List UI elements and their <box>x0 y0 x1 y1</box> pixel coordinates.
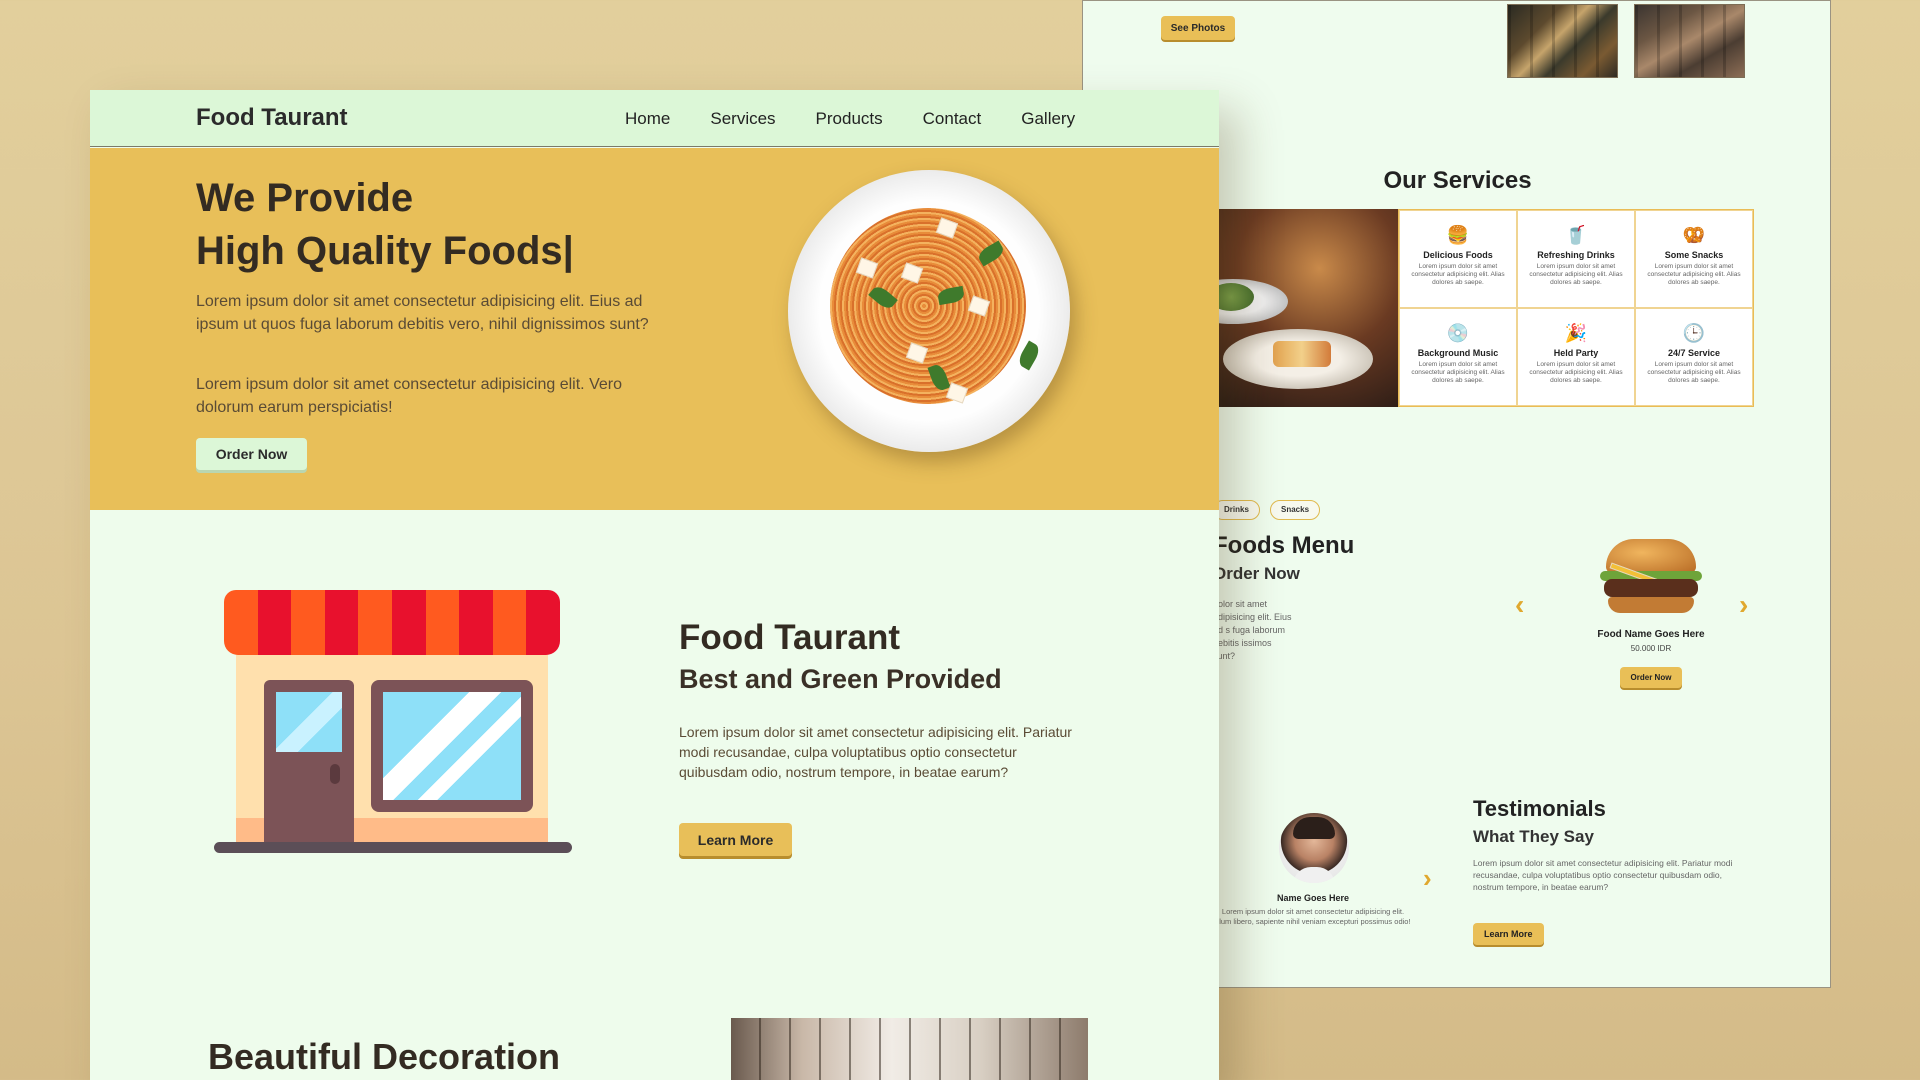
service-desc: Lorem ipsum dolor sit amet consectetur a… <box>1411 361 1505 384</box>
service-desc: Lorem ipsum dolor sit amet consectetur a… <box>1411 263 1505 286</box>
service-card: 🕒 24/7 Service Lorem ipsum dolor sit ame… <box>1635 308 1753 406</box>
hero-paragraph: Lorem ipsum dolor sit amet consectetur a… <box>196 376 622 416</box>
about-subtitle: Best and Green Provided <box>679 664 1002 694</box>
about-title: Food Taurant <box>679 618 900 657</box>
testimonial-name: Name Goes Here <box>1276 893 1350 903</box>
service-card: 🥨 Some Snacks Lorem ipsum dolor sit amet… <box>1635 210 1753 308</box>
chevron-right-icon[interactable]: › <box>1739 589 1748 621</box>
food-order-button[interactable]: Order Now <box>1619 667 1683 688</box>
about-description: Lorem ipsum dolor sit amet consectetur a… <box>679 724 1072 780</box>
testimonials-description: Lorem ipsum dolor sit amet consectetur a… <box>1473 858 1733 892</box>
storefront-illustration <box>214 590 574 880</box>
service-card: 🍔 Delicious Foods Lorem ipsum dolor sit … <box>1399 210 1517 308</box>
burger-icon: 🍔 <box>1446 225 1470 245</box>
gallery-thumbnail[interactable] <box>1507 4 1618 78</box>
hero-paragraph: Lorem ipsum dolor sit amet consectetur a… <box>196 293 649 333</box>
snack-icon: 🥨 <box>1682 225 1706 245</box>
service-name: Delicious Foods <box>1423 250 1493 260</box>
nav-link-contact[interactable]: Contact <box>923 109 982 129</box>
menu-filter-chip-snacks[interactable]: Snacks <box>1270 500 1321 520</box>
service-name: Some Snacks <box>1664 250 1724 260</box>
menu-filter-chip-drinks[interactable]: Drinks <box>1213 500 1260 520</box>
see-photos-button[interactable]: See Photos <box>1161 16 1235 40</box>
vinyl-icon: 💿 <box>1446 323 1470 343</box>
nav-links: Home Services Products Contact Gallery <box>625 109 1115 129</box>
service-card: 🥤 Refreshing Drinks Lorem ipsum dolor si… <box>1517 210 1635 308</box>
service-desc: Lorem ipsum dolor sit amet consectetur a… <box>1529 263 1623 286</box>
learn-more-button[interactable]: Learn More <box>679 823 792 856</box>
nav-link-gallery[interactable]: Gallery <box>1021 109 1075 129</box>
clock-24-icon: 🕒 <box>1682 323 1706 343</box>
service-card: 💿 Background Music Lorem ipsum dolor sit… <box>1399 308 1517 406</box>
front-page-preview: Food Taurant Home Services Products Cont… <box>90 90 1219 1080</box>
decoration-photo <box>731 1018 1088 1080</box>
chevron-right-icon[interactable]: › <box>1423 863 1432 894</box>
service-name: Refreshing Drinks <box>1537 250 1615 260</box>
hero-title: We Provide High Quality Foods| <box>196 172 574 278</box>
nav-link-products[interactable]: Products <box>816 109 883 129</box>
service-desc: Lorem ipsum dolor sit amet consectetur a… <box>1647 361 1741 384</box>
party-icon: 🎉 <box>1564 323 1588 343</box>
hero-title-line-2: High Quality Foods| <box>196 229 574 273</box>
food-name: Food Name Goes Here <box>1597 629 1705 640</box>
testimonials-heading: Testimonials <box>1473 796 1606 821</box>
pasta-plate-image <box>788 170 1070 452</box>
testimonials-learn-more-button[interactable]: Learn More <box>1473 923 1544 945</box>
testimonial-quote: Lorem ipsum dolor sit amet consectetur a… <box>1215 907 1411 926</box>
navbar: Food Taurant Home Services Products Cont… <box>90 90 1219 147</box>
brand-logo[interactable]: Food Taurant <box>196 104 348 132</box>
services-grid: 🍔 Delicious Foods Lorem ipsum dolor sit … <box>1398 209 1754 407</box>
decoration-heading: Beautiful Decoration <box>208 1036 561 1077</box>
burger-image <box>1596 531 1706 621</box>
hero-title-line-1: We Provide <box>196 176 414 220</box>
hero-section: We Provide High Quality Foods| Lorem ips… <box>90 148 1219 510</box>
food-price: 50.000 IDR <box>1630 644 1672 653</box>
avatar <box>1279 813 1349 883</box>
chevron-left-icon[interactable]: ‹ <box>1515 589 1524 621</box>
food-card: Food Name Goes Here 50.000 IDR Order Now <box>1571 531 1731 688</box>
nav-link-services[interactable]: Services <box>710 109 775 129</box>
testimonials-subheading: What They Say <box>1473 827 1594 846</box>
menu-description: dolor sit amet adipisicing elit. Eius ad… <box>1213 599 1292 661</box>
gallery-thumbnail[interactable] <box>1634 4 1745 78</box>
order-now-button[interactable]: Order Now <box>196 438 307 470</box>
service-name: Background Music <box>1417 348 1499 358</box>
service-desc: Lorem ipsum dolor sit amet consectetur a… <box>1647 263 1741 286</box>
drink-icon: 🥤 <box>1564 225 1588 245</box>
nav-link-home[interactable]: Home <box>625 109 670 129</box>
service-desc: Lorem ipsum dolor sit amet consectetur a… <box>1529 361 1623 384</box>
service-name: Held Party <box>1553 348 1599 358</box>
service-card: 🎉 Held Party Lorem ipsum dolor sit amet … <box>1517 308 1635 406</box>
menu-subheading: Order Now <box>1213 564 1300 583</box>
menu-heading: Foods Menu <box>1213 532 1355 559</box>
service-name: 24/7 Service <box>1667 348 1721 358</box>
